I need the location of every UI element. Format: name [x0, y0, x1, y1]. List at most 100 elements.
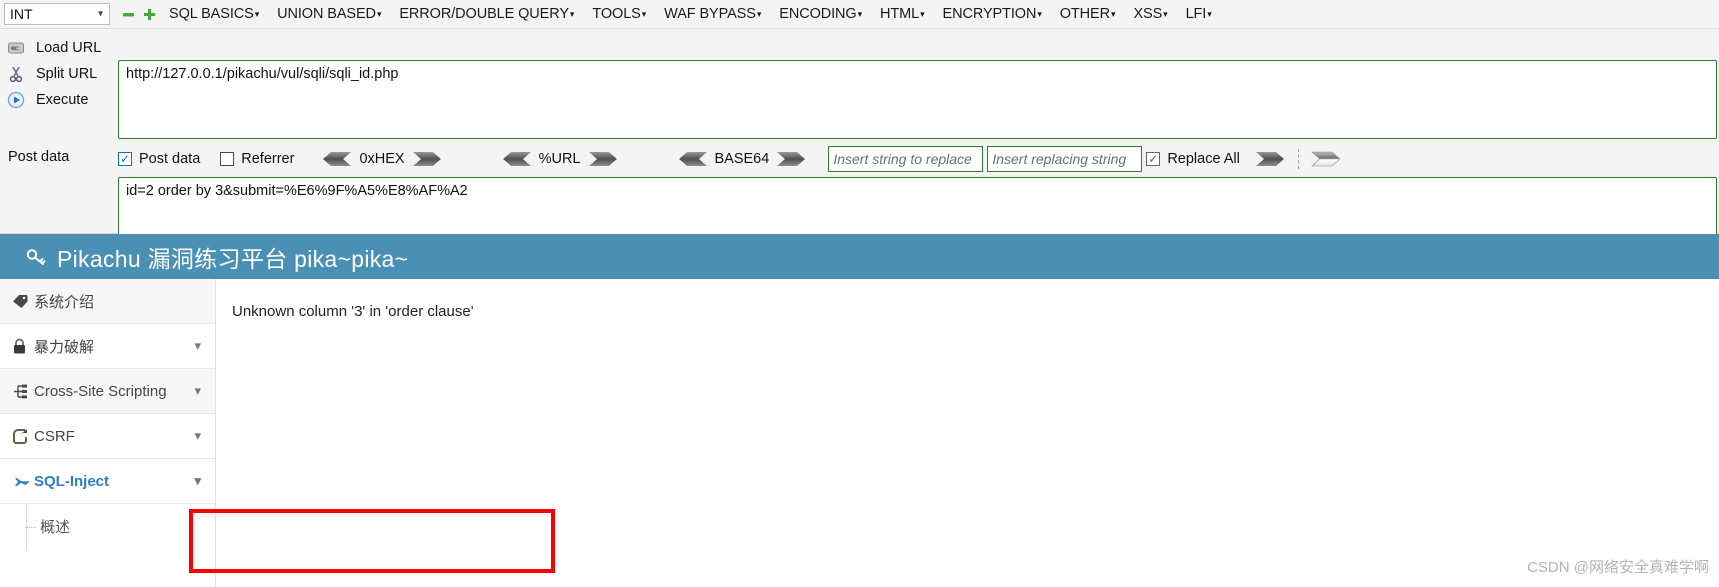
- execute-label: Execute: [36, 92, 89, 108]
- menu-waf-bypass[interactable]: WAF BYPASS▾: [655, 6, 770, 22]
- execute-icon: [6, 90, 26, 110]
- hackbar-action-column: Load URL Split URL Execute Post data: [0, 29, 115, 233]
- add-tab-icon[interactable]: [142, 7, 157, 22]
- replace-from-input[interactable]: Insert string to replace: [828, 146, 984, 172]
- url-encode-button[interactable]: [588, 151, 619, 167]
- execute-button[interactable]: Execute: [0, 87, 115, 113]
- post-data-side-label: Post data: [8, 149, 70, 165]
- url-value: http://127.0.0.1/pikachu/vul/sqli/sqli_i…: [126, 66, 399, 82]
- caret-down-icon: ▾: [569, 8, 575, 19]
- url-decode-button[interactable]: [501, 151, 532, 167]
- pikachu-title: Pikachu 漏洞练习平台 pika~pika~: [57, 245, 409, 272]
- load-url-label: Load URL: [36, 40, 102, 56]
- sidebar-label: 暴力破解: [34, 338, 95, 356]
- menu-label: XSS: [1133, 6, 1163, 22]
- menu-label: OTHER: [1059, 6, 1111, 22]
- hex-decode-button[interactable]: [321, 151, 352, 167]
- lock-icon: [12, 338, 34, 355]
- hackbar-body: Load URL Split URL Execute Post data htt…: [0, 29, 1719, 256]
- sidebar-item-system-intro[interactable]: 系统介绍: [0, 279, 215, 324]
- chevron-down-icon: ▾: [97, 8, 103, 20]
- menu-label: HTML: [880, 6, 920, 22]
- caret-down-icon: ▾: [1111, 8, 1116, 19]
- referrer-label: Referrer: [241, 151, 295, 167]
- load-url-button[interactable]: Load URL: [0, 35, 115, 61]
- base64-decode-button[interactable]: [677, 151, 708, 167]
- menu-label: ERROR/DOUBLE QUERY: [399, 6, 569, 22]
- chevron-down-icon: ▾: [194, 473, 201, 488]
- menu-label: SQL BASICS: [169, 6, 254, 22]
- caret-down-icon: ▾: [1037, 8, 1042, 19]
- caret-down-icon: ▾: [254, 8, 260, 19]
- sidebar-item-sql-inject[interactable]: SQL-Inject ▾: [0, 459, 215, 504]
- caret-down-icon: ▾: [376, 8, 382, 19]
- sidebar-label: CSRF: [34, 427, 75, 445]
- menu-label: LFI: [1185, 6, 1207, 22]
- share-icon: [12, 428, 34, 445]
- menu-sql-basics[interactable]: SQL BASICS▾: [160, 6, 268, 22]
- menu-label: TOOLS: [592, 6, 641, 22]
- menu-label: ENCODING: [779, 6, 857, 22]
- menu-label: ENCRYPTION: [942, 6, 1037, 22]
- load-url-icon: [6, 38, 26, 58]
- sidebar-label: 系统介绍: [34, 293, 95, 311]
- toolbar-divider: [1297, 149, 1299, 169]
- menu-other[interactable]: OTHER▾: [1051, 6, 1125, 22]
- csdn-watermark: CSDN @网络安全真难学啊: [1527, 559, 1709, 576]
- sidebar-subitem-overview[interactable]: 概述: [0, 504, 215, 549]
- menu-tools[interactable]: TOOLS▾: [583, 6, 655, 22]
- url-encoder-label: %URL: [538, 151, 581, 167]
- tag-icon: [12, 293, 34, 310]
- menu-union-based[interactable]: UNION BASED▾: [268, 6, 390, 22]
- sidebar-sublabel: 概述: [40, 519, 71, 536]
- hackbar-menubar: INT ▾ SQL BASICS▾ UNION BASED▾ ERROR/DOU…: [0, 0, 1719, 29]
- caret-down-icon: ▾: [1207, 8, 1212, 19]
- chevron-down-icon: ▾: [194, 338, 201, 353]
- menu-label: UNION BASED: [277, 6, 376, 22]
- post-data-value: id=2 order by 3&submit=%E6%9F%A5%E8%AF%A…: [126, 183, 468, 199]
- sidebar-item-xss[interactable]: Cross-Site Scripting ▾: [0, 369, 215, 414]
- caret-down-icon: ▾: [1163, 8, 1168, 19]
- replace-extra-button[interactable]: [1311, 151, 1342, 167]
- referrer-checkbox[interactable]: [220, 152, 235, 166]
- plane-icon: [12, 474, 34, 489]
- hex-encode-button[interactable]: [412, 151, 443, 167]
- payload-type-value: INT: [10, 6, 33, 22]
- menu-xss[interactable]: XSS▾: [1124, 6, 1176, 22]
- split-url-button[interactable]: Split URL: [0, 61, 115, 87]
- menu-html[interactable]: HTML▾: [871, 6, 934, 22]
- replace-from-placeholder: Insert string to replace: [833, 151, 972, 167]
- post-data-checkbox[interactable]: ✓: [118, 152, 132, 166]
- base64-encoder-label: BASE64: [714, 151, 770, 167]
- hex-encoder-label: 0xHEX: [359, 151, 405, 167]
- pikachu-sidebar: 系统介绍 暴力破解 ▾ Cross-Site Scripting ▾ CSRF …: [0, 279, 216, 587]
- hackbar-options-row: ✓ Post data Referrer 0xHEX %URL BASE64 I…: [118, 146, 1717, 172]
- menu-encoding[interactable]: ENCODING▾: [770, 6, 871, 22]
- sidebar-item-brute-force[interactable]: 暴力破解 ▾: [0, 324, 215, 369]
- pikachu-header: Pikachu 漏洞练习平台 pika~pika~: [0, 234, 1719, 279]
- sql-error-message: Unknown column '3' in 'order clause': [232, 303, 474, 320]
- menu-encryption[interactable]: ENCRYPTION▾: [934, 6, 1051, 22]
- replace-to-placeholder: Insert replacing string: [992, 151, 1127, 167]
- sidebar-label: Cross-Site Scripting: [34, 382, 167, 400]
- chevron-down-icon: ▾: [194, 383, 201, 398]
- replace-to-input[interactable]: Insert replacing string: [987, 146, 1143, 172]
- menu-error-double-query[interactable]: ERROR/DOUBLE QUERY▾: [390, 6, 583, 22]
- sidebar-label: SQL-Inject: [34, 472, 110, 490]
- replace-all-checkbox[interactable]: ✓: [1146, 152, 1161, 166]
- replace-apply-button[interactable]: [1255, 151, 1286, 167]
- url-input[interactable]: http://127.0.0.1/pikachu/vul/sqli/sqli_i…: [118, 60, 1717, 139]
- sitemap-icon: [12, 383, 34, 400]
- caret-down-icon: ▾: [756, 8, 762, 19]
- pikachu-page: Pikachu 漏洞练习平台 pika~pika~ 系统介绍 暴力破解 ▾ Cr…: [0, 234, 1719, 587]
- payload-type-select[interactable]: INT ▾: [4, 3, 110, 25]
- pikachu-content: Unknown column '3' in 'order clause' CSD…: [216, 279, 1719, 587]
- base64-encode-button[interactable]: [776, 151, 807, 167]
- menu-lfi[interactable]: LFI▾: [1177, 6, 1221, 22]
- split-url-icon: [6, 64, 26, 84]
- menu-label: WAF BYPASS: [664, 6, 756, 22]
- post-data-label: Post data: [139, 151, 201, 167]
- remove-tab-icon[interactable]: [121, 7, 136, 22]
- sidebar-item-csrf[interactable]: CSRF ▾: [0, 414, 215, 459]
- replace-all-label: Replace All: [1167, 151, 1240, 167]
